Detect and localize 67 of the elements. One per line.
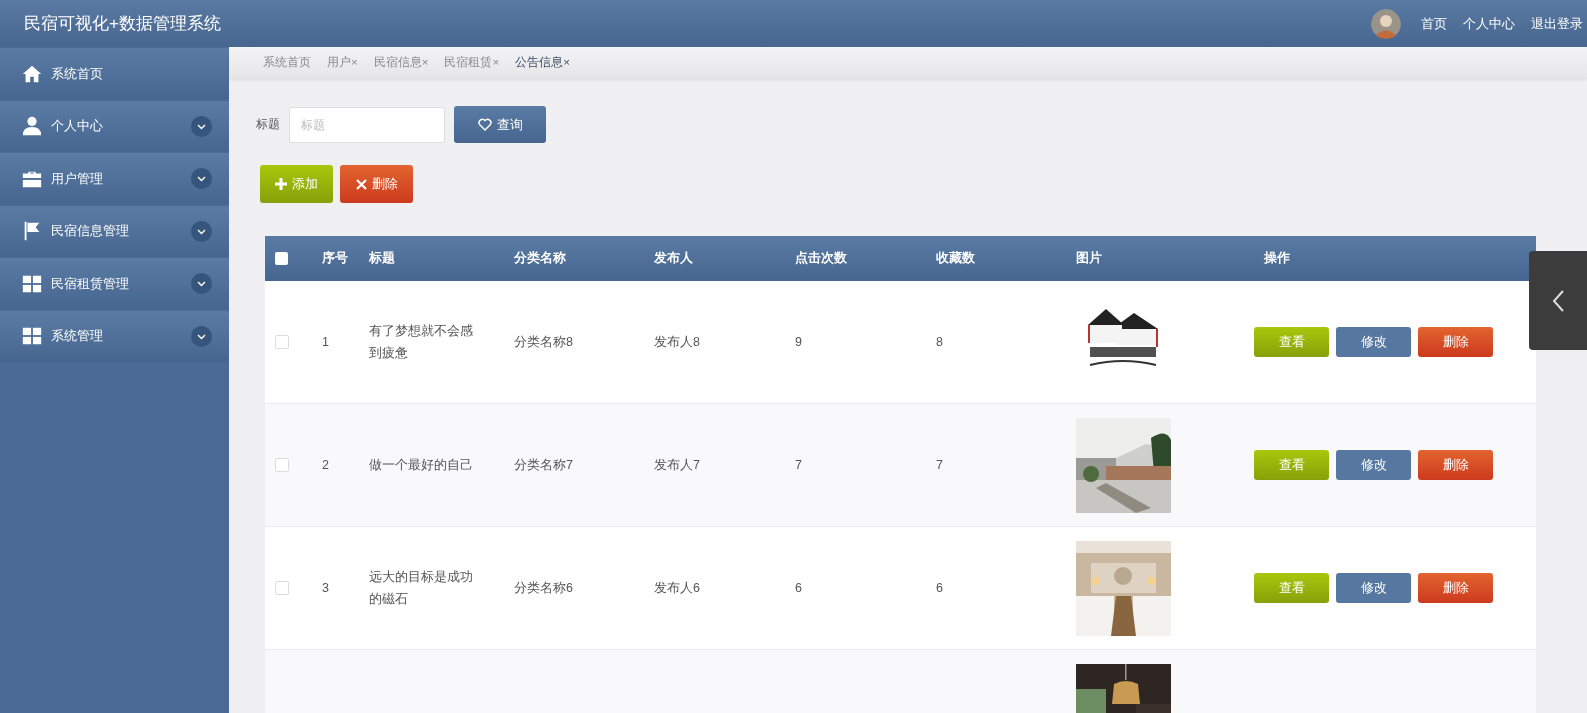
table-cell-text: 分类名称6	[513, 579, 574, 597]
tab[interactable]: 用户×	[327, 55, 358, 70]
table-cell-text: 3	[321, 581, 330, 595]
view-button[interactable]: 查看	[1254, 450, 1329, 480]
edit-button[interactable]: 修改	[1336, 327, 1411, 357]
edit-button[interactable]: 修改	[1336, 450, 1411, 480]
close-icon	[355, 178, 367, 190]
app-title: 民宿可视化+数据管理系统	[24, 13, 222, 35]
plus-icon	[275, 178, 287, 190]
delete-button[interactable]: 删除	[1418, 327, 1493, 357]
table-cell-text: 7	[935, 458, 944, 472]
table-cell-text: 7	[794, 458, 803, 472]
column-header: 标题	[368, 250, 396, 267]
view-button[interactable]: 查看	[1254, 327, 1329, 357]
tab[interactable]: 民宿信息×	[373, 55, 429, 70]
table-cell-text: 9	[794, 335, 803, 349]
table-cell-text: 发布人6	[653, 579, 701, 597]
table-cell-text: 8	[935, 335, 944, 349]
tab[interactable]: 民宿租赁×	[444, 55, 500, 70]
search-field[interactable]: 标题	[289, 106, 445, 143]
heart-icon	[477, 118, 492, 131]
table-cell-text: 远大的目标是成功的磁石	[369, 569, 474, 608]
column-header: 序号	[321, 250, 349, 267]
sidebar-item[interactable]: 民宿信息管理	[0, 205, 229, 257]
column-header: 发布人	[653, 250, 694, 267]
sidebar-item[interactable]: 个人中心	[0, 100, 229, 152]
sidebar-item[interactable]: 民宿租赁管理	[0, 258, 229, 309]
delete-button[interactable]: 删除	[340, 165, 413, 203]
checkbox[interactable]	[275, 581, 289, 595]
table-cell-text: 发布人7	[653, 456, 701, 474]
grid-icon	[21, 325, 43, 347]
add-button[interactable]: 添加	[260, 165, 333, 203]
nav-link[interactable]: 个人中心	[1461, 10, 1517, 37]
column-header: 图片	[1075, 250, 1103, 267]
view-button[interactable]: 查看	[1254, 573, 1329, 603]
search-button[interactable]: 查询	[454, 106, 546, 143]
collapse-handle[interactable]	[1529, 251, 1587, 350]
table-cell-text: 分类名称8	[513, 333, 574, 351]
chevron-left-icon	[1551, 288, 1565, 313]
person-icon	[21, 115, 43, 137]
sidebar-item[interactable]: 系统首页	[0, 48, 229, 99]
checkbox[interactable]	[275, 458, 289, 472]
table-cell-text: 有了梦想就不会感到疲惫	[369, 323, 474, 362]
table-cell-text: 做一个最好的自己	[369, 457, 474, 474]
sidebar-item[interactable]: 用户管理	[0, 153, 229, 204]
column-header: 操作	[1263, 250, 1291, 267]
nav-link[interactable]: 退出登录	[1529, 10, 1585, 37]
column-header: 点击次数	[794, 250, 848, 267]
sidebar-item[interactable]: 系统管理	[0, 310, 229, 362]
table-cell-text: 分类名称7	[513, 456, 574, 474]
checkbox[interactable]	[275, 335, 289, 349]
tab[interactable]: 系统首页	[263, 55, 311, 70]
edit-button[interactable]: 修改	[1336, 573, 1411, 603]
tab[interactable]: 公告信息×	[515, 55, 570, 70]
checkbox[interactable]	[275, 252, 288, 265]
table-cell-text: 6	[935, 581, 944, 595]
column-header: 收藏数	[935, 250, 976, 267]
avatar-icon	[1371, 8, 1401, 39]
field-label: 标题	[256, 116, 280, 133]
table-cell-text: 发布人8	[653, 333, 701, 351]
table-cell-text: 1	[321, 335, 330, 349]
column-header: 分类名称	[513, 250, 567, 267]
table-cell-text: 6	[794, 581, 803, 595]
nav-link[interactable]: 首页	[1419, 10, 1449, 37]
table-cell-text: 2	[321, 458, 330, 472]
delete-button[interactable]: 删除	[1418, 450, 1493, 480]
delete-button[interactable]: 删除	[1418, 573, 1493, 603]
